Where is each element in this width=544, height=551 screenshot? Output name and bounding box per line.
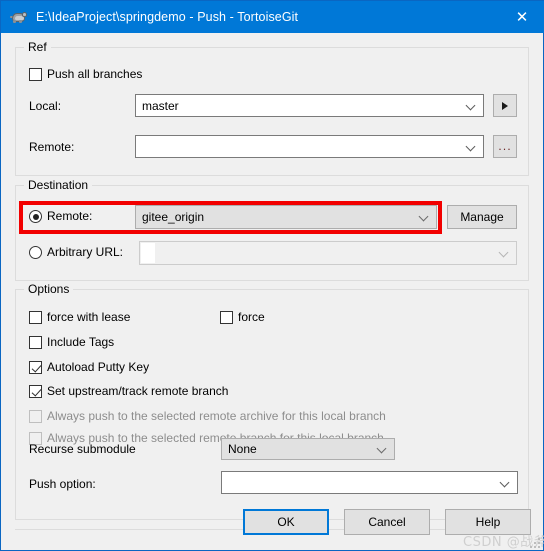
checkbox-box: [29, 410, 42, 423]
ellipsis-icon: ...: [498, 139, 512, 153]
checkbox-box: [29, 311, 42, 324]
combo-edit-area: [141, 243, 155, 263]
ok-button-label: OK: [277, 515, 295, 529]
force-with-lease-label: force with lease: [47, 310, 131, 324]
checkbox-box: [220, 311, 233, 324]
checkbox-box: [29, 336, 42, 349]
recurse-submodule-combo[interactable]: None: [221, 438, 395, 460]
manage-button-label: Manage: [460, 210, 504, 224]
push-all-branches-checkbox[interactable]: Push all branches: [29, 68, 142, 81]
set-upstream-checkbox[interactable]: Set upstream/track remote branch: [29, 385, 228, 398]
chevron-down-icon: [501, 478, 510, 487]
destination-remote-combo[interactable]: gitee_origin: [135, 205, 437, 229]
local-branch-combo[interactable]: master: [135, 94, 484, 117]
autoload-putty-key-label: Autoload Putty Key: [47, 360, 150, 374]
destination-arbitrary-url-label: Arbitrary URL:: [47, 245, 124, 259]
window-title: E:\IdeaProject\springdemo - Push - Torto…: [36, 10, 299, 24]
destination-group: Destination: [15, 178, 529, 281]
recurse-submodule-value: None: [228, 442, 257, 456]
force-with-lease-checkbox[interactable]: force with lease: [29, 311, 130, 324]
help-button-label: Help: [475, 515, 501, 529]
chevron-down-icon: [467, 101, 476, 110]
cancel-button[interactable]: Cancel: [344, 509, 430, 535]
push-option-combo[interactable]: [221, 471, 518, 494]
arbitrary-url-combo[interactable]: [139, 241, 517, 265]
include-tags-label: Include Tags: [47, 335, 115, 349]
close-icon[interactable]: ✕: [499, 1, 544, 33]
checkbox-box: [29, 385, 42, 398]
push-all-branches-label: Push all branches: [47, 67, 143, 81]
chevron-down-icon: [500, 248, 509, 257]
local-branch-value: master: [142, 98, 179, 113]
remote-ref-browse-button[interactable]: ...: [493, 135, 517, 158]
radio-circle: [29, 246, 42, 259]
cancel-button-label: Cancel: [368, 515, 406, 529]
force-label: force: [238, 310, 265, 324]
ok-button[interactable]: OK: [243, 509, 329, 535]
always-push-remote-archive-label: Always push to the selected remote archi…: [47, 409, 386, 423]
ref-group-legend: Ref: [24, 40, 51, 54]
force-checkbox[interactable]: force: [220, 311, 265, 324]
chevron-down-icon: [420, 212, 429, 221]
radio-circle: [29, 210, 42, 223]
chevron-down-icon: [467, 142, 476, 151]
manage-button[interactable]: Manage: [447, 205, 517, 229]
destination-remote-value: gitee_origin: [142, 210, 205, 224]
destination-arbitrary-url-radio[interactable]: Arbitrary URL:: [29, 246, 123, 259]
tortoisegit-turtle-icon: [10, 8, 28, 26]
checkbox-box: [29, 361, 42, 374]
dialog-client-area: Ref Push all branches Local: master Remo…: [1, 33, 544, 550]
chevron-down-icon: [378, 444, 387, 453]
push-dialog-window: E:\IdeaProject\springdemo - Push - Torto…: [0, 0, 544, 551]
remote-ref-combo[interactable]: [135, 135, 484, 158]
local-branch-browse-button[interactable]: [493, 94, 517, 117]
always-push-remote-archive-checkbox: Always push to the selected remote archi…: [29, 410, 386, 423]
titlebar: E:\IdeaProject\springdemo - Push - Torto…: [1, 1, 544, 33]
include-tags-checkbox[interactable]: Include Tags: [29, 336, 114, 349]
options-group-legend: Options: [24, 282, 74, 296]
local-label: Local:: [29, 99, 62, 113]
play-triangle-icon: [502, 101, 508, 110]
destination-remote-radio[interactable]: Remote:: [29, 210, 92, 223]
destination-remote-label: Remote:: [47, 209, 93, 223]
set-upstream-label: Set upstream/track remote branch: [47, 384, 229, 398]
checkbox-box: [29, 68, 42, 81]
destination-group-legend: Destination: [24, 178, 93, 192]
resize-grip[interactable]: [528, 536, 540, 548]
autoload-putty-key-checkbox[interactable]: Autoload Putty Key: [29, 361, 149, 374]
remote-ref-label: Remote:: [29, 140, 75, 154]
recurse-submodule-label: Recurse submodule: [29, 442, 136, 456]
push-option-label: Push option:: [29, 477, 96, 491]
